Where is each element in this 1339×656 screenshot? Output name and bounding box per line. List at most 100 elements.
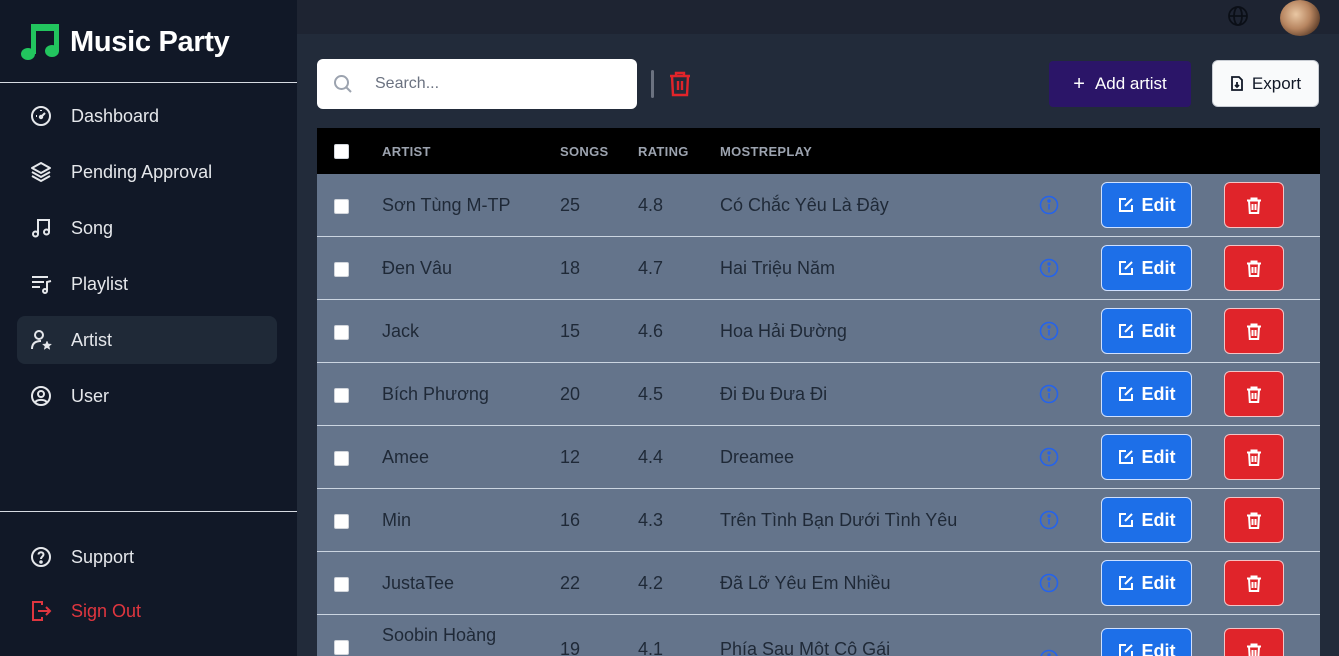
column-header-rating[interactable]: RATING	[638, 144, 689, 159]
column-header-mostreplay[interactable]: MOSTREPLAY	[720, 144, 812, 159]
trash-icon	[1247, 197, 1261, 214]
topbar	[297, 0, 1339, 34]
brand[interactable]: Music Party	[20, 20, 230, 64]
column-header-artist[interactable]: ARTIST	[382, 144, 431, 159]
sidebar-item-dashboard[interactable]: Dashboard	[17, 92, 277, 140]
delete-button[interactable]	[1224, 371, 1284, 417]
row-checkbox[interactable]	[334, 577, 349, 592]
delete-button[interactable]	[1224, 308, 1284, 354]
songs-count: 20	[560, 384, 581, 404]
select-all-checkbox[interactable]	[334, 144, 349, 159]
artist-name: Amee	[382, 447, 430, 467]
sidebar-item-artist[interactable]: Artist	[17, 316, 277, 364]
search-icon	[334, 75, 352, 93]
playlist-icon	[30, 273, 52, 295]
search-input[interactable]	[373, 74, 617, 94]
edit-button[interactable]: Edit	[1101, 308, 1192, 354]
delete-button[interactable]	[1224, 628, 1284, 656]
export-button[interactable]: Export	[1212, 60, 1319, 107]
info-icon[interactable]	[1039, 649, 1059, 656]
edit-icon	[1118, 387, 1133, 401]
sidebar-item-label: Dashboard	[71, 105, 160, 126]
avatar[interactable]	[1280, 0, 1320, 36]
edit-button[interactable]: Edit	[1101, 245, 1192, 291]
trash-icon	[1247, 512, 1261, 529]
sign-out-button[interactable]: Sign Out	[17, 587, 277, 635]
info-icon[interactable]	[1039, 510, 1059, 530]
delete-button[interactable]	[1224, 434, 1284, 480]
table-row: Jack 15 4.6 Hoa Hải Đường Edit	[317, 300, 1320, 363]
sidebar: Music Party Dashboard Pending Approval S…	[0, 0, 297, 656]
edit-button[interactable]: Edit	[1101, 182, 1192, 228]
sidebar-item-support[interactable]: Support	[17, 533, 277, 581]
sidebar-item-song[interactable]: Song	[17, 204, 277, 252]
row-checkbox[interactable]	[334, 451, 349, 466]
sidebar-item-label: User	[71, 385, 110, 406]
trash-icon	[1247, 575, 1261, 592]
trash-icon	[1247, 643, 1261, 656]
songs-count: 12	[560, 447, 581, 467]
row-checkbox[interactable]	[334, 640, 349, 655]
delete-button[interactable]	[1224, 560, 1284, 606]
sign-out-icon	[30, 600, 52, 622]
sidebar-item-playlist[interactable]: Playlist	[17, 260, 277, 308]
bulk-delete-icon[interactable]	[668, 71, 692, 97]
edit-button[interactable]: Edit	[1101, 371, 1192, 417]
info-icon[interactable]	[1039, 258, 1059, 278]
songs-count: 18	[560, 258, 581, 278]
artist-name: Jack	[382, 321, 420, 341]
sidebar-divider-top	[0, 82, 297, 83]
globe-icon[interactable]	[1227, 5, 1249, 27]
row-checkbox[interactable]	[334, 325, 349, 340]
sidebar-item-label: Song	[71, 217, 114, 238]
artist-name: JustaTee	[382, 573, 455, 593]
row-checkbox[interactable]	[334, 388, 349, 403]
row-checkbox[interactable]	[334, 199, 349, 214]
mostreplay-song: Hai Triệu Năm	[720, 258, 836, 278]
artist-name: Đen Vâu	[382, 258, 453, 278]
table-row: Amee 12 4.4 Dreamee Edit	[317, 426, 1320, 489]
info-icon[interactable]	[1039, 384, 1059, 404]
edit-icon	[1118, 261, 1133, 275]
info-icon[interactable]	[1039, 321, 1059, 341]
info-icon[interactable]	[1039, 447, 1059, 467]
row-checkbox[interactable]	[334, 514, 349, 529]
sidebar-item-label: Playlist	[71, 273, 129, 294]
delete-button[interactable]	[1224, 182, 1284, 228]
mostreplay-song: Hoa Hải Đường	[720, 321, 847, 341]
edit-icon	[1118, 513, 1133, 527]
mostreplay-song: Trên Tình Bạn Dưới Tình Yêu	[720, 510, 958, 530]
edit-button[interactable]: Edit	[1101, 628, 1192, 656]
trash-icon	[1247, 260, 1261, 277]
edit-button[interactable]: Edit	[1101, 434, 1192, 480]
info-icon[interactable]	[1039, 573, 1059, 593]
app-title: Music Party	[70, 25, 230, 58]
column-header-songs[interactable]: SONGS	[560, 144, 608, 159]
songs-count: 15	[560, 321, 581, 341]
edit-label: Edit	[1141, 320, 1176, 341]
edit-button[interactable]: Edit	[1101, 560, 1192, 606]
mostreplay-song: Có Chắc Yêu Là Đây	[720, 195, 889, 215]
rating-value: 4.6	[638, 321, 664, 341]
info-icon[interactable]	[1039, 195, 1059, 215]
row-checkbox[interactable]	[334, 262, 349, 277]
trash-icon	[1247, 386, 1261, 403]
table-row: JustaTee 22 4.2 Đã Lỡ Yêu Em Nhiều Edit	[317, 552, 1320, 615]
delete-button[interactable]	[1224, 497, 1284, 543]
songs-count: 22	[560, 573, 581, 593]
artist-name: Bích Phương	[382, 384, 489, 404]
rating-value: 4.1	[638, 639, 664, 656]
help-icon	[30, 546, 52, 568]
add-artist-button[interactable]: + Add artist	[1049, 61, 1191, 107]
sidebar-item-user[interactable]: User	[17, 372, 277, 420]
mostreplay-song: Dreamee	[720, 447, 795, 467]
edit-icon	[1118, 198, 1133, 212]
layers-icon	[30, 161, 52, 183]
delete-button[interactable]	[1224, 245, 1284, 291]
songs-count: 16	[560, 510, 581, 530]
songs-count: 25	[560, 195, 581, 215]
edit-button[interactable]: Edit	[1101, 497, 1192, 543]
search-box	[317, 59, 637, 109]
artist-name: Min	[382, 510, 412, 530]
sidebar-item-pending-approval[interactable]: Pending Approval	[17, 148, 277, 196]
